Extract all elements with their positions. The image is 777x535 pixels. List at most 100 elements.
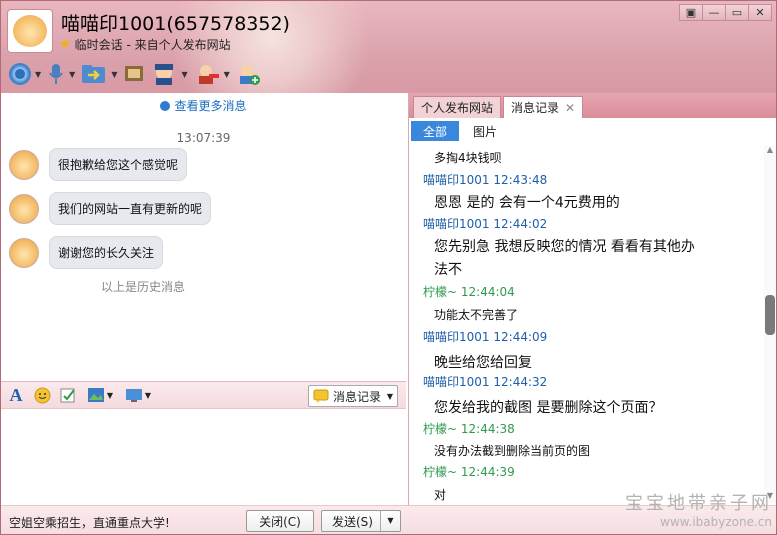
history-message: 您发给我的截图 是要删除这个页面？ (434, 400, 663, 416)
history-filter-tabs: 全部 图片 (409, 119, 776, 143)
chevron-down-icon: ▼ (223, 69, 230, 79)
contact-info-button[interactable]: ▼ (151, 61, 188, 87)
history-sender-line: 喵喵印1001 12:44:09 (423, 328, 547, 345)
filter-images[interactable]: 图片 (461, 121, 509, 141)
history-message: 对 (434, 488, 447, 502)
video-call-button[interactable]: ▼ (9, 61, 41, 87)
scroll-up-icon[interactable]: ▲ (764, 145, 776, 157)
screen-capture-icon (125, 389, 142, 402)
screen-share-icon (125, 66, 144, 81)
session-subtitle: ★ 临时会话 - 来自个人发布网站 (59, 36, 231, 53)
message-row: 我们的网站一直有更新的呢 (9, 192, 212, 225)
tab-personal-site[interactable]: 个人发布网站 (413, 96, 502, 118)
window-header: 喵喵印1001(657578352) ★ 临时会话 - 来自个人发布网站 ▣ —… (1, 1, 776, 93)
history-message: 多掏4块钱呗 (434, 151, 502, 165)
smiley-icon (34, 387, 50, 403)
message-row: 很抱歉给您这个感觉呢 (9, 148, 188, 181)
history-sender-line: 喵喵印1001 12:44:32 (423, 373, 547, 390)
file-transfer-button[interactable]: ▼ (81, 61, 117, 87)
voice-call-button[interactable]: ▼ (47, 61, 75, 87)
note-check-icon (60, 388, 75, 402)
history-sender: 柠檬~ (423, 422, 458, 436)
history-sender: 喵喵印1001 (423, 375, 490, 389)
scrollbar-thumb[interactable] (765, 295, 775, 335)
chevron-down-icon: ▼ (144, 390, 152, 400)
filter-all[interactable]: 全部 (411, 121, 460, 141)
history-message: 功能太不完善了 (434, 308, 519, 322)
tab-message-history[interactable]: 消息记录 ✕ (503, 96, 584, 118)
history-sender-line: 喵喵印1001 12:44:02 (423, 215, 547, 232)
sender-avatar[interactable] (9, 237, 39, 268)
contact-title: 喵喵印1001(657578352) (61, 13, 290, 35)
input-toolbar: A ▼ ▼ 消息记录 ▼ (1, 381, 406, 409)
message-history-button[interactable]: 消息记录 ▼ (308, 385, 398, 407)
view-more-messages-link[interactable]: 查看更多消息 (1, 97, 406, 114)
contact-avatar[interactable] (7, 9, 53, 53)
history-time: 12:44:09 (493, 330, 548, 344)
chat-window: 喵喵印1001(657578352) ★ 临时会话 - 来自个人发布网站 ▣ —… (0, 0, 777, 535)
clock-icon (160, 101, 171, 111)
emoji-button[interactable] (33, 386, 51, 404)
block-contact-button[interactable]: ▼ (194, 61, 230, 87)
sender-avatar[interactable] (9, 193, 39, 224)
camera-icon (9, 63, 31, 85)
message-history-icon (313, 389, 329, 403)
sender-avatar[interactable] (9, 149, 39, 180)
magic-expression-button[interactable] (59, 386, 77, 404)
history-log: 多掏4块钱呗 喵喵印1001 12:43:48 恩恩 是的 会有一个4元费用的 喵喵印… (409, 145, 763, 503)
history-sender: 喵喵印1001 (423, 173, 490, 187)
close-button[interactable]: 关闭(C) (246, 510, 314, 532)
chevron-down-icon: ▼ (386, 391, 393, 401)
session-subtitle-text: 临时会话 - 来自个人发布网站 (74, 38, 231, 52)
history-time: 12:44:32 (493, 375, 548, 389)
side-panel-tabs: 个人发布网站 消息记录 ✕ (409, 93, 776, 118)
remove-contact-icon (198, 65, 219, 84)
view-more-messages-label: 查看更多消息 (174, 99, 247, 113)
history-scrollbar[interactable]: ▲ ▼ (764, 145, 776, 503)
folder-transfer-icon (82, 65, 106, 83)
history-time: 12:44:39 (460, 465, 515, 479)
screenshot-button[interactable]: ▼ (123, 386, 153, 404)
tab-label: 消息记录 (511, 101, 560, 115)
skin-button[interactable]: ▣ (679, 4, 703, 21)
history-time: 12:44:02 (493, 217, 548, 231)
history-sender-line: 喵喵印1001 12:43:48 (423, 171, 547, 188)
history-sender: 柠檬~ (423, 465, 458, 479)
close-icon[interactable]: ✕ (565, 101, 575, 115)
watermark-url: www.ibabyzone.cn (660, 514, 772, 529)
history-message: 您先别急 我想反映您的情况 看看有其他办 (434, 239, 695, 255)
window-controls: ▣ — ▭ ✕ (679, 4, 772, 21)
chevron-down-icon: ▼ (181, 69, 188, 79)
add-contact-icon (239, 65, 260, 85)
maximize-button[interactable]: ▭ (725, 4, 749, 21)
chevron-down-icon: ▼ (106, 390, 114, 400)
message-timestamp: 13:07:39 (176, 131, 231, 145)
send-button[interactable]: 发送(S) ▼ (321, 510, 401, 532)
history-time: 12:44:04 (460, 285, 515, 299)
star-icon: ★ (59, 37, 71, 52)
footer-ad-link[interactable]: 空姐空乘招生，直通重点大学! (9, 514, 170, 531)
chevron-down-icon[interactable]: ▼ (380, 511, 400, 531)
history-message: 晚些给您给回复 (434, 355, 532, 371)
contact-card-icon (155, 64, 174, 85)
font-icon: A (9, 384, 23, 405)
history-sender: 喵喵印1001 (423, 330, 490, 344)
chevron-down-icon: ▼ (111, 69, 118, 79)
message-bubble: 谢谢您的长久关注 (49, 236, 164, 269)
add-contact-button[interactable] (236, 61, 260, 87)
message-input[interactable] (1, 410, 406, 505)
minimize-button[interactable]: — (702, 4, 726, 21)
close-window-button[interactable]: ✕ (748, 4, 772, 21)
history-sender-line: 柠檬~ 12:44:38 (423, 420, 515, 437)
watermark-title: 宝宝地带亲子网 (625, 493, 772, 514)
remote-assist-button[interactable] (123, 61, 145, 87)
watermark: 宝宝地带亲子网 www.ibabyzone.cn (596, 493, 776, 534)
history-message: 恩恩 是的 会有一个4元费用的 (434, 195, 620, 211)
send-image-button[interactable]: ▼ (85, 386, 115, 404)
history-message: 法不 (434, 262, 462, 278)
history-sender: 柠檬~ (423, 285, 458, 299)
font-button[interactable]: A (7, 384, 25, 405)
chat-toolbar: ▼ ▼ ▼ ▼ ▼ (9, 61, 260, 87)
send-button-label: 发送(S) (332, 514, 373, 529)
history-time: 12:44:38 (460, 422, 515, 436)
